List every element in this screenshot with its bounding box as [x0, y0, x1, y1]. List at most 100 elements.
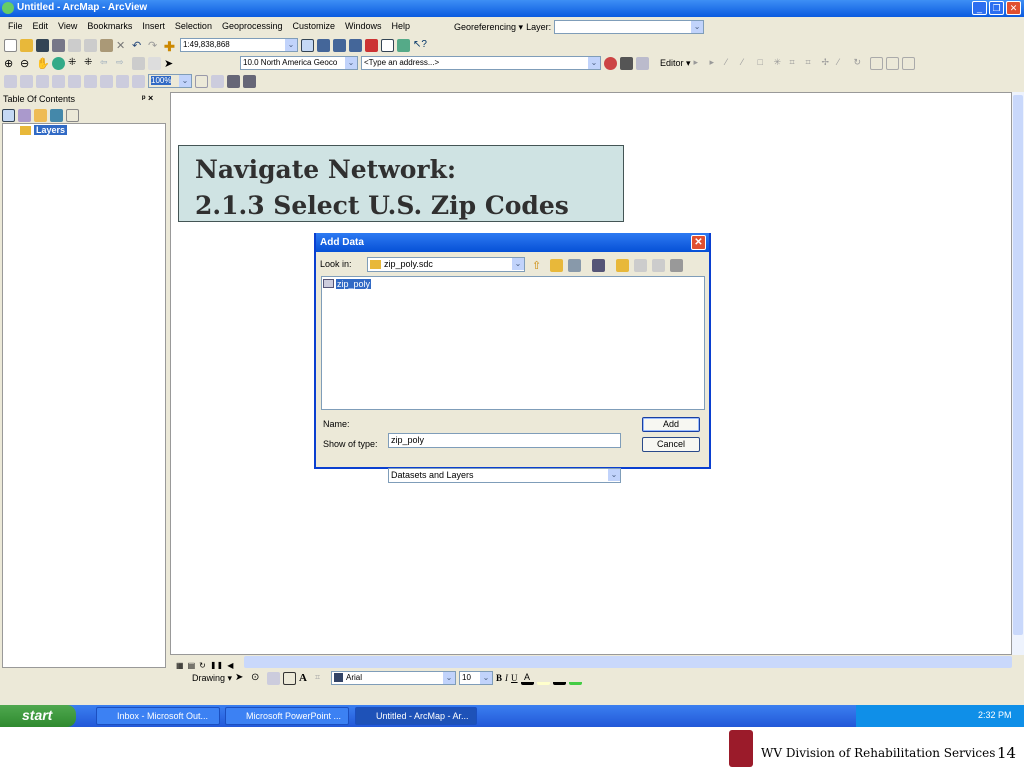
zoom-out-icon[interactable]: ⊖	[20, 57, 33, 70]
underline-button[interactable]: U	[511, 673, 518, 683]
reverse-geocode-icon[interactable]	[636, 56, 649, 70]
minimize-button[interactable]: _	[972, 1, 987, 15]
split-icon[interactable]: ⁄	[838, 57, 851, 70]
layer-select[interactable]: ⌄	[554, 20, 705, 34]
font-color-icon[interactable]: A	[520, 672, 534, 685]
select-elements-icon[interactable]: ➤	[164, 57, 177, 70]
forward-icon[interactable]: ⇨	[116, 57, 129, 70]
start-button[interactable]: start	[0, 705, 76, 727]
undo-icon[interactable]: ↶	[132, 39, 145, 52]
focus-data-frame-icon[interactable]	[211, 74, 224, 88]
end-point-arc-icon[interactable]: ⁄	[742, 57, 755, 70]
menu-file[interactable]: File	[4, 18, 29, 35]
print-icon[interactable]	[52, 38, 65, 52]
model-builder-icon[interactable]	[397, 38, 410, 52]
data-driven-pages-icon[interactable]	[243, 74, 256, 88]
italic-button[interactable]: I	[505, 673, 508, 683]
geocoder-select[interactable]: 10.0 North America Geoco ⌄	[240, 56, 358, 70]
data-view-icon[interactable]: ▦	[176, 661, 184, 670]
open-icon[interactable]	[20, 38, 33, 52]
scale-select[interactable]: 1:49,838,868 ⌄	[180, 38, 298, 52]
arctoolbox-icon[interactable]	[365, 38, 378, 52]
delete-item-icon[interactable]	[652, 258, 665, 272]
binoculars-icon[interactable]	[620, 56, 633, 70]
task-arcmap[interactable]: Untitled - ArcMap - Ar...	[355, 707, 477, 725]
edit-vertices-icon[interactable]: ⌗	[790, 57, 803, 70]
restore-button[interactable]: ❐	[989, 1, 1004, 15]
point-icon[interactable]: ✳	[774, 57, 787, 70]
marker-color-icon[interactable]	[568, 672, 582, 685]
toggle-draft-icon[interactable]	[195, 74, 208, 88]
layers-node[interactable]: Layers	[34, 125, 68, 135]
list-by-source-icon[interactable]	[18, 108, 31, 122]
georeferencing-menu[interactable]: Georeferencing ▾	[454, 22, 523, 33]
redo-icon[interactable]: ↷	[148, 39, 161, 52]
create-features-icon[interactable]	[901, 56, 915, 70]
view-options-icon[interactable]	[592, 258, 605, 272]
rotate-icon[interactable]: ⊙	[251, 672, 264, 685]
fixed-zoom-in-icon[interactable]: ⁜	[68, 57, 81, 70]
help-icon[interactable]: ↖?	[413, 39, 427, 52]
name-input[interactable]: zip_poly	[388, 433, 621, 448]
delete-icon[interactable]: ✕	[116, 39, 129, 52]
task-inbox[interactable]: Inbox - Microsoft Out...	[96, 707, 220, 725]
new-icon[interactable]	[4, 38, 17, 52]
menu-help[interactable]: Help	[388, 18, 417, 35]
clear-selection-icon[interactable]	[148, 56, 161, 70]
layout-pan-icon[interactable]	[36, 74, 49, 88]
font-select[interactable]: Arial ⌄	[331, 671, 457, 685]
horizontal-scrollbar[interactable]	[244, 656, 1012, 668]
zoom-100-icon[interactable]	[68, 74, 81, 88]
new-folder-icon[interactable]	[616, 258, 629, 272]
menu-geoprocessing[interactable]: Geoprocessing	[218, 18, 289, 35]
drawing-menu[interactable]: Drawing ▾	[192, 673, 232, 684]
vertical-scrollbar[interactable]	[1012, 92, 1024, 655]
list-by-drawing-order-icon[interactable]	[2, 108, 15, 122]
bold-button[interactable]: B	[496, 673, 502, 683]
attributes-icon[interactable]	[869, 56, 883, 70]
menu-selection[interactable]: Selection	[171, 18, 218, 35]
zoom-to-elements-icon[interactable]	[267, 671, 281, 685]
layout-zoom-out-icon[interactable]	[20, 74, 33, 88]
zoom-whole-page-icon[interactable]	[52, 74, 65, 88]
home-icon[interactable]	[550, 258, 563, 272]
cut-icon[interactable]	[68, 38, 81, 52]
list-by-visibility-icon[interactable]	[34, 108, 47, 122]
back-icon[interactable]: ⇦	[100, 57, 113, 70]
look-in-select[interactable]: zip_poly.sdc ⌄	[367, 257, 525, 272]
list-by-selection-icon[interactable]	[50, 108, 63, 122]
font-size-select[interactable]: 10 ⌄	[459, 671, 494, 685]
line-color-icon[interactable]	[552, 672, 566, 685]
straight-segment-icon[interactable]: ⁄	[726, 57, 739, 70]
add-button[interactable]: Add	[642, 417, 700, 432]
menu-insert[interactable]: Insert	[138, 18, 171, 35]
list-item[interactable]: zip_poly	[323, 279, 372, 289]
menu-edit[interactable]: Edit	[29, 18, 55, 35]
editor-toolbar-icon[interactable]	[301, 38, 314, 52]
cancel-button[interactable]: Cancel	[642, 437, 700, 452]
close-button[interactable]: ✕	[1006, 1, 1021, 15]
fixed-zoom-out-icon[interactable]: ⁜	[84, 57, 97, 70]
reshape-icon[interactable]: ⌗	[806, 57, 819, 70]
toc-options-icon[interactable]	[66, 108, 79, 122]
menu-customize[interactable]: Customize	[289, 18, 342, 35]
trace-icon[interactable]: □	[758, 57, 771, 70]
rotate-icon[interactable]: ↻	[854, 57, 867, 70]
paste-icon[interactable]	[100, 38, 113, 52]
gis-server-icon[interactable]	[670, 258, 683, 272]
zoom-in-icon[interactable]: ⊕	[4, 57, 17, 70]
previous-extent-icon[interactable]	[116, 74, 129, 88]
up-one-level-icon[interactable]: ⇧	[532, 259, 545, 272]
change-layout-icon[interactable]	[227, 74, 240, 88]
search-window-icon[interactable]	[349, 38, 362, 52]
address-input[interactable]: <Type an address...> ⌄	[361, 56, 601, 70]
select-features-icon[interactable]	[132, 56, 145, 70]
next-extent-icon[interactable]	[132, 74, 145, 88]
dialog-close-button[interactable]: ✕	[691, 235, 706, 250]
fixed-zoom-in-layout-icon[interactable]	[84, 74, 97, 88]
find-address-icon[interactable]	[604, 56, 617, 70]
cut-polygons-icon[interactable]: ✢	[822, 57, 835, 70]
table-icon[interactable]	[317, 38, 330, 52]
add-data-icon[interactable]: ✚	[164, 39, 177, 54]
catalog-icon[interactable]	[333, 38, 346, 52]
